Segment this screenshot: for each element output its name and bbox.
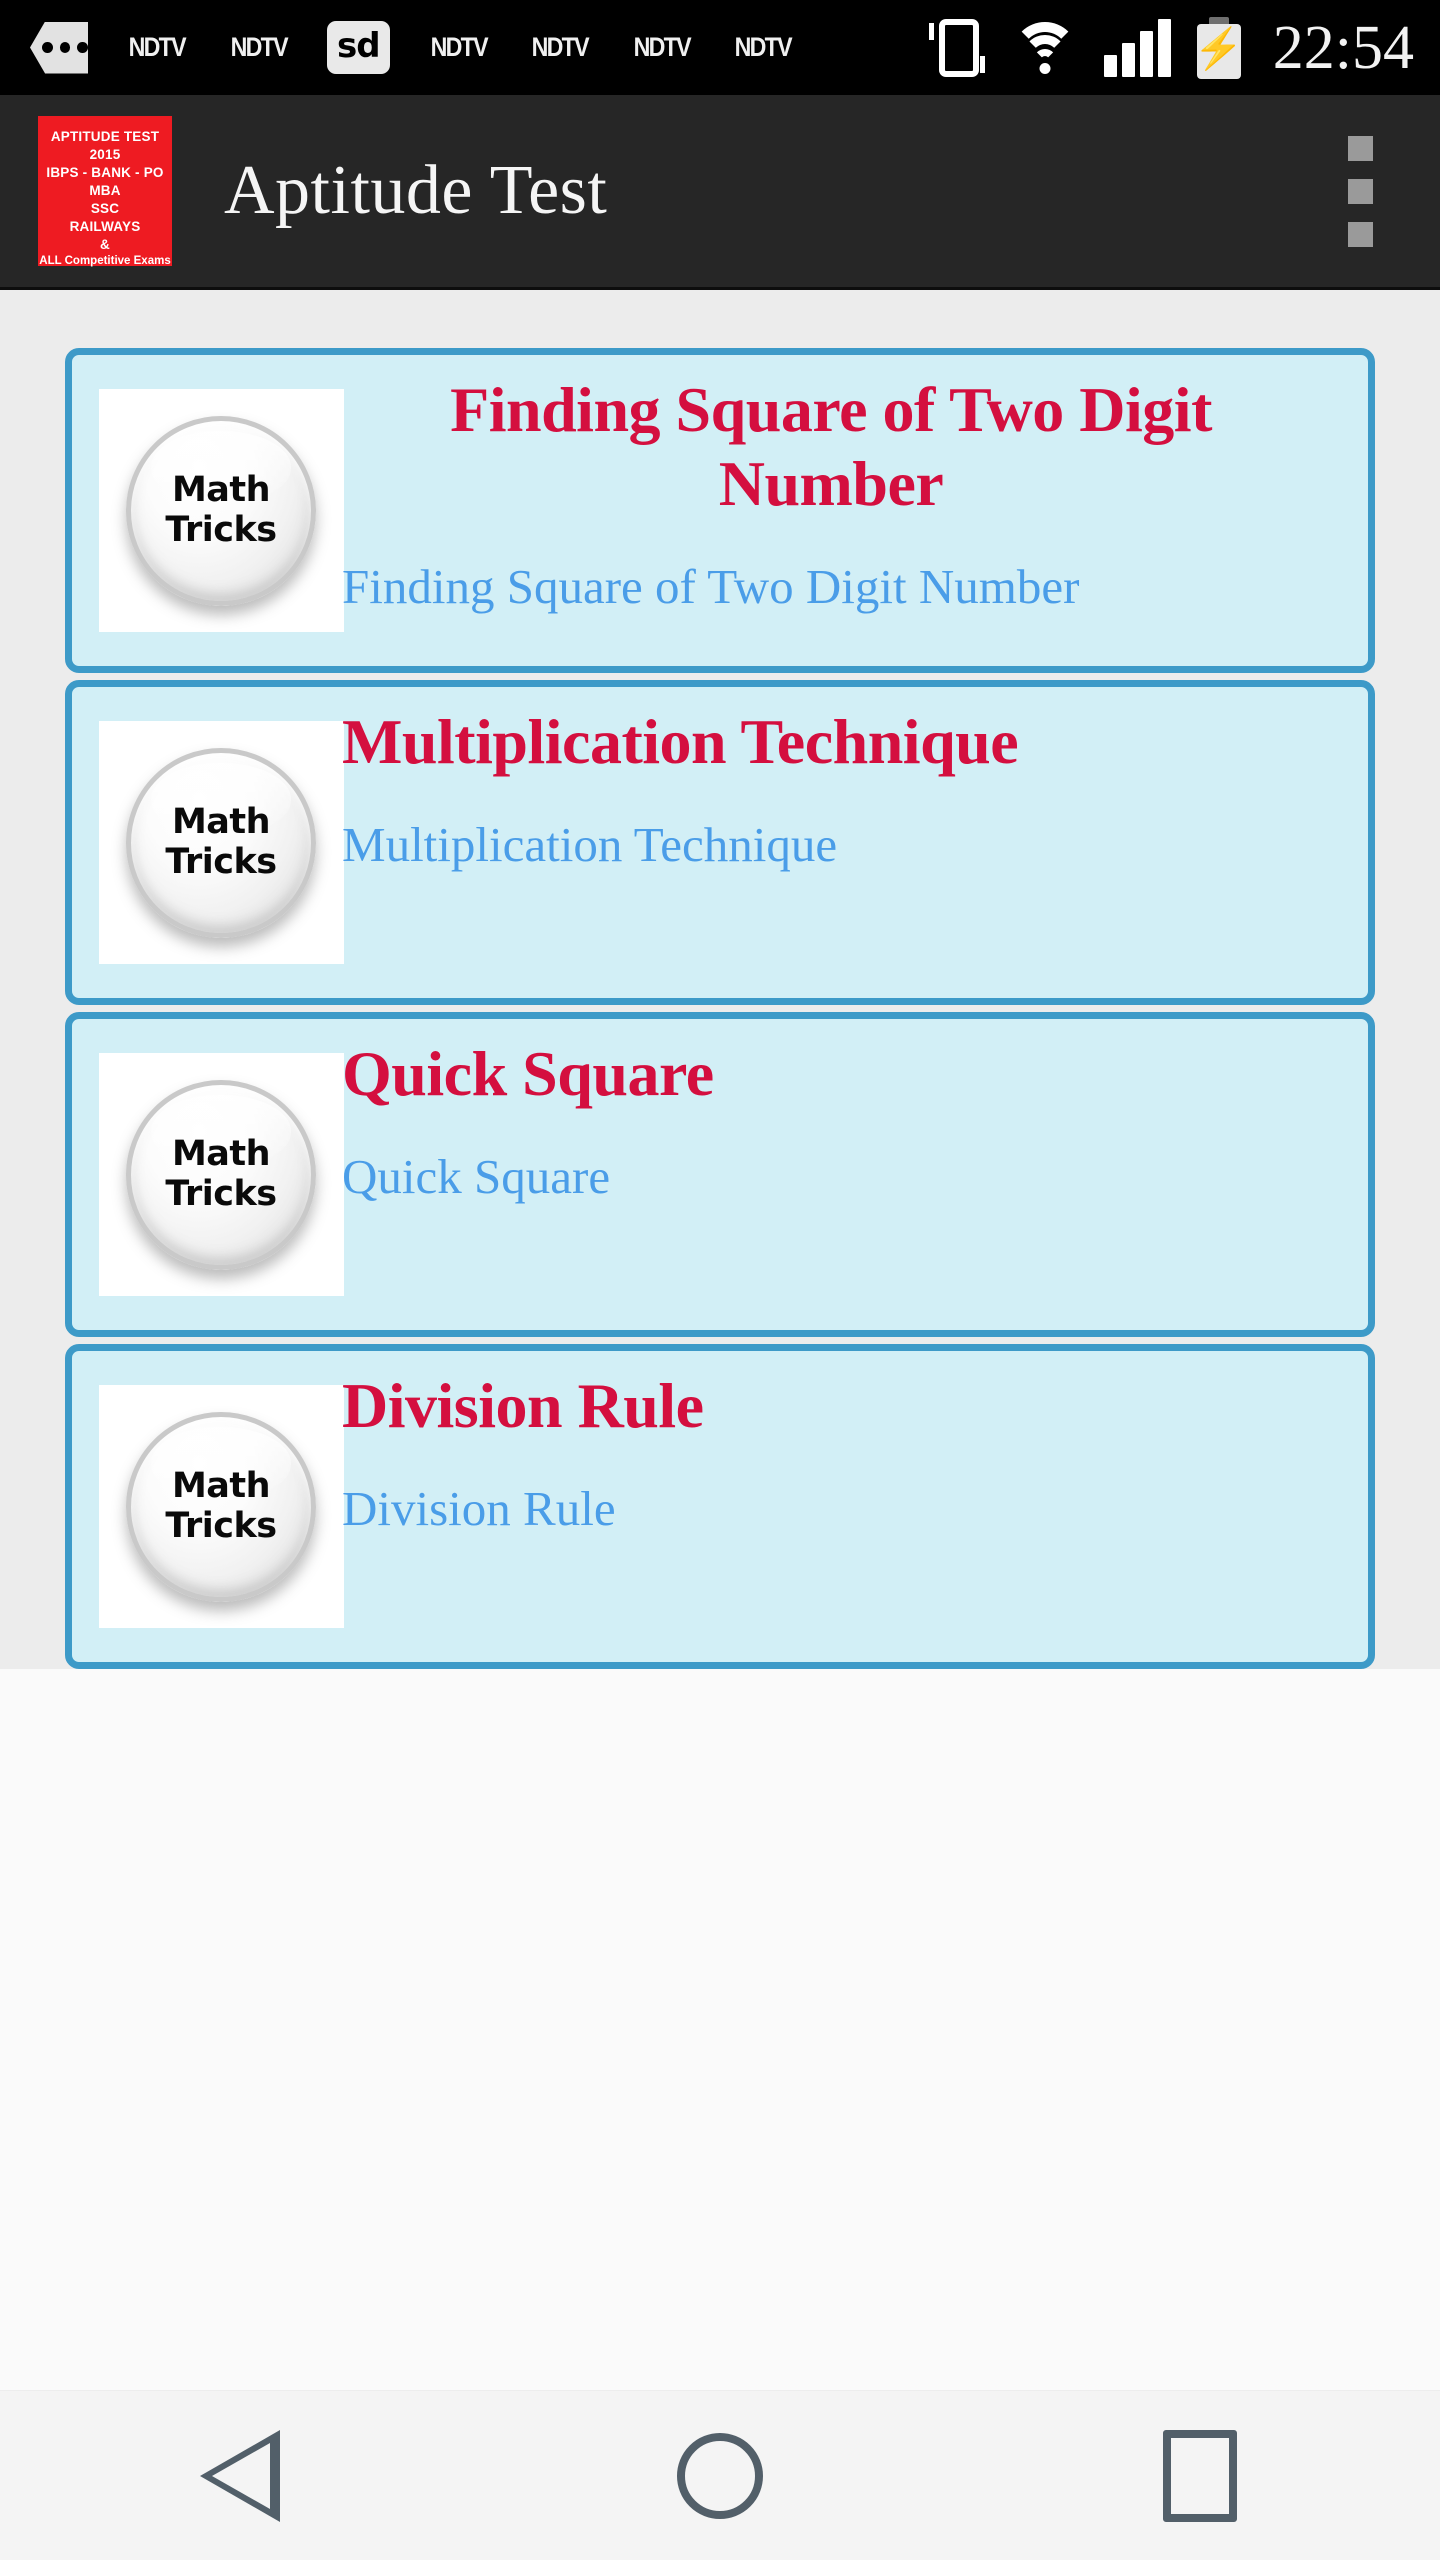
list-item-subtitle: Division Rule [342, 1481, 616, 1537]
list-item-text: Quick Square Quick Square [318, 1019, 1368, 1249]
math-tricks-badge-icon: Math Tricks [126, 1079, 316, 1270]
thumbnail-wrap: Math Tricks [72, 1019, 344, 1330]
math-tricks-thumbnail: Math Tricks [98, 1385, 344, 1628]
thumbnail-label-line2: Tricks [165, 841, 277, 882]
math-tricks-thumbnail: Math Tricks [98, 1053, 344, 1296]
thumbnail-label-line2: Tricks [165, 1173, 277, 1214]
thumbnail-label-line2: Tricks [165, 509, 277, 550]
list-item-text: Division Rule Division Rule [318, 1351, 1368, 1581]
list-item-subtitle: Multiplication Technique [342, 817, 838, 873]
topic-list: Math Tricks Finding Square of Two Digit … [0, 290, 1440, 1669]
home-button[interactable] [630, 2411, 810, 2541]
math-tricks-badge-icon: Math Tricks [126, 415, 316, 606]
vibrate-icon [928, 17, 986, 79]
app-logo-footer: ALL Competitive Exams [39, 254, 171, 267]
page-title: Aptitude Test [224, 152, 608, 229]
app-logo: APTITUDE TEST 2015 IBPS - BANK - PO MBA … [38, 116, 172, 267]
android-navigation-bar [0, 2390, 1440, 2560]
list-item-title: Multiplication Technique [342, 706, 1019, 777]
app-logo-line: MBA [89, 183, 121, 199]
math-tricks-thumbnail: Math Tricks [98, 389, 344, 632]
circle-icon [677, 2432, 763, 2519]
list-item[interactable]: Math Tricks Quick Square Quick Square [65, 1012, 1375, 1337]
list-item-title: Quick Square [342, 1038, 714, 1109]
thumbnail-label-line1: Math [171, 1133, 271, 1174]
signal-bars-icon [1103, 18, 1171, 77]
thumbnail-label-line1: Math [171, 801, 271, 842]
list-item[interactable]: Math Tricks Multiplication Technique Mul… [65, 680, 1375, 1005]
ndtv-icon: NDTV [430, 32, 488, 62]
square-icon [1163, 2429, 1237, 2522]
ndtv-icon: NDTV [128, 32, 187, 62]
ndtv-icon: NDTV [230, 32, 288, 62]
status-bar-system-icons: ⚡ 22:54 [928, 13, 1414, 82]
ndtv-icon: NDTV [633, 32, 691, 62]
list-item-text: Finding Square of Two Digit Number Findi… [318, 355, 1368, 659]
phone-screen: NDTV NDTV sd NDTV NDTV NDTV NDTV ⚡ 22:54 [0, 0, 1440, 2560]
status-bar-clock: 22:54 [1272, 13, 1414, 82]
thumbnail-wrap: Math Tricks [72, 687, 344, 998]
thumbnail-label-line1: Math [171, 469, 271, 510]
list-item-subtitle: Finding Square of Two Digit Number [342, 559, 1080, 615]
list-item[interactable]: Math Tricks Finding Square of Two Digit … [65, 348, 1375, 673]
battery-charging-icon: ⚡ [1194, 16, 1244, 79]
ndtv-icon: NDTV [734, 32, 793, 62]
thumbnail-wrap: Math Tricks [72, 1351, 344, 1662]
status-bar: NDTV NDTV sd NDTV NDTV NDTV NDTV ⚡ 22:54 [0, 0, 1440, 95]
app-logo-line: IBPS - BANK - PO [46, 165, 164, 181]
list-item-subtitle: Quick Square [342, 1149, 611, 1205]
wifi-icon [1011, 21, 1078, 74]
app-logo-line: SSC [90, 201, 120, 217]
list-item-title: Division Rule [342, 1370, 704, 1441]
sd-card-icon: sd [327, 21, 390, 74]
thumbnail-label-line2: Tricks [165, 1505, 277, 1546]
math-tricks-thumbnail: Math Tricks [98, 721, 344, 964]
ndtv-icon: NDTV [531, 32, 590, 62]
triangle-left-icon [200, 2429, 280, 2522]
content-area: Math Tricks Finding Square of Two Digit … [0, 290, 1440, 2390]
math-tricks-badge-icon: Math Tricks [126, 1411, 316, 1602]
thumbnail-label-line1: Math [171, 1465, 271, 1506]
thumbnail-wrap: Math Tricks [72, 355, 344, 666]
overflow-menu-icon[interactable] [1330, 116, 1390, 266]
app-logo-line: & [100, 237, 110, 253]
list-item[interactable]: Math Tricks Division Rule Division Rule [65, 1344, 1375, 1669]
app-logo-line: APTITUDE TEST [50, 129, 160, 144]
recents-button[interactable] [1110, 2411, 1290, 2541]
app-bar: APTITUDE TEST 2015 IBPS - BANK - PO MBA … [0, 95, 1440, 290]
app-logo-line: 2015 [89, 147, 121, 163]
app-logo-line: RAILWAYS [69, 219, 141, 235]
back-button[interactable] [150, 2411, 330, 2541]
more-notifications-icon [30, 21, 88, 74]
list-item-text: Multiplication Technique Multiplication … [318, 687, 1368, 917]
math-tricks-badge-icon: Math Tricks [126, 747, 316, 938]
list-item-title: Finding Square of Two Digit Number [450, 374, 1212, 520]
status-bar-notifications: NDTV NDTV sd NDTV NDTV NDTV NDTV [30, 21, 928, 74]
